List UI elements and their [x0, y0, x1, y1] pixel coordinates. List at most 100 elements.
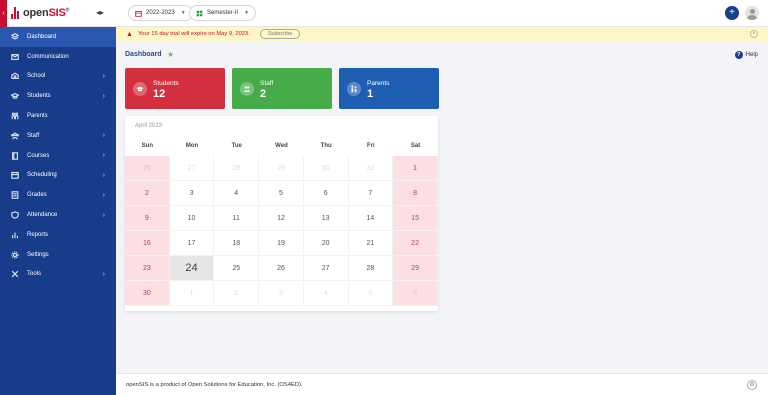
stat-card-parents[interactable]: Parents 1 [339, 68, 439, 109]
calendar-day[interactable]: 11 [214, 206, 260, 231]
calendar-day[interactable]: 3 [169, 181, 215, 206]
parents-icon [347, 82, 361, 96]
calendar-day[interactable]: 29 [259, 156, 304, 181]
sidebar-item-communication[interactable]: Communication [0, 47, 116, 67]
calendar-grid: 26 27 28 29 30 31 1 2 3 4 5 6 7 8 9 10 11 12 13 14 15 16 17 18 1… [125, 156, 438, 306]
calendar-day[interactable]: 18 [214, 231, 260, 256]
calendar-day[interactable]: 31 [348, 156, 394, 181]
calendar-day[interactable]: 15 [393, 206, 438, 231]
calendar-day[interactable]: 6 [393, 281, 438, 306]
message-icon [10, 52, 20, 61]
layers-icon [10, 32, 20, 41]
stat-card-students[interactable]: Students 12 [125, 68, 225, 109]
semester-value: Semester-II [207, 10, 239, 16]
sidebar-item-tools[interactable]: Tools › [0, 265, 116, 285]
calendar-day[interactable]: 21 [348, 231, 394, 256]
calendar-day[interactable]: 28 [214, 156, 260, 181]
stat-card-value: 1 [367, 88, 374, 100]
calendar-day[interactable]: 10 [169, 206, 215, 231]
calendar-day[interactable]: 5 [348, 281, 394, 306]
calendar-day[interactable]: 13 [303, 206, 349, 231]
grades-icon [10, 191, 20, 200]
sidebar-item-reports[interactable]: Reports [0, 225, 116, 245]
calendar-day[interactable]: 5 [259, 181, 304, 206]
calendar-day[interactable]: 3 [259, 281, 304, 306]
calendar-day[interactable]: 30 [303, 156, 349, 181]
semester-select[interactable]: Semester-II ▼ [189, 5, 256, 21]
calendar-day[interactable]: 23 [125, 256, 170, 281]
chevron-right-icon: › [102, 132, 105, 140]
stat-card-value: 2 [260, 88, 267, 100]
calendar-day[interactable]: 9 [125, 206, 170, 231]
chevron-right-icon: › [102, 270, 105, 278]
school-year-value: 2022-2023 [146, 10, 175, 16]
calendar-day[interactable]: 25 [214, 256, 260, 281]
sidebar-collapse-button[interactable]: ‹ [0, 0, 7, 27]
calendar-day[interactable]: 19 [259, 231, 304, 256]
chevron-down-icon: ▼ [244, 10, 249, 16]
calendar-day[interactable]: 14 [348, 206, 394, 231]
chevron-right-icon: › [102, 72, 105, 80]
sidebar-item-grades[interactable]: Grades › [0, 185, 116, 205]
sidebar-item-scheduling[interactable]: Scheduling › [0, 166, 116, 186]
help-label: Help [745, 52, 758, 58]
calendar-day[interactable]: 8 [393, 181, 438, 206]
calendar-week-row: 9 10 11 12 13 14 15 [125, 206, 438, 231]
weekday-tue: Tue [231, 143, 242, 149]
calendar-day[interactable]: 20 [303, 231, 349, 256]
sidebar-item-students[interactable]: Students › [0, 86, 116, 106]
opensis-logo[interactable]: openSIS® [11, 7, 69, 19]
calendar-day[interactable]: 2 [125, 181, 170, 206]
gear-icon [10, 250, 20, 259]
sidebar-item-attendance[interactable]: Attendance › [0, 205, 116, 225]
chevron-right-icon: › [102, 152, 105, 160]
stat-card-label: Staff [260, 80, 274, 87]
calendar-day[interactable]: 26 [259, 256, 304, 281]
calendar-day[interactable]: 16 [125, 231, 170, 256]
calendar-day[interactable]: 27 [169, 156, 215, 181]
sidebar-item-parents[interactable]: Parents [0, 106, 116, 126]
calendar-day[interactable]: 1 [393, 156, 438, 181]
calendar-day[interactable]: 6 [303, 181, 349, 206]
calendar-day[interactable]: 12 [259, 206, 304, 231]
avatar[interactable] [745, 6, 759, 20]
sidebar-item-settings[interactable]: Settings [0, 245, 116, 265]
staff-icon [10, 131, 20, 140]
sidebar-item-label: Tools [27, 271, 42, 278]
close-icon[interactable]: × [750, 30, 758, 38]
sidebar-item-label: Settings [27, 251, 49, 258]
sidebar-item-staff[interactable]: Staff › [0, 126, 116, 146]
calendar-day[interactable]: 22 [393, 231, 438, 256]
star-icon[interactable]: ★ [167, 50, 174, 59]
book-icon [10, 151, 20, 160]
gear-icon[interactable]: ⚙ [747, 380, 757, 390]
calendar-day-today[interactable]: 24 [169, 256, 215, 281]
calendar-day[interactable]: 4 [214, 181, 260, 206]
calendar-day[interactable]: 4 [303, 281, 349, 306]
calendar-day[interactable]: 29 [393, 256, 438, 281]
sidebar-item-label: School [27, 73, 46, 80]
top-bar: ◂▸ 2022-2023 ▼ Semester-II ▼ + [96, 0, 768, 27]
sidebar-item-school[interactable]: School › [0, 67, 116, 87]
calendar-day[interactable]: 7 [348, 181, 394, 206]
chevron-right-icon: › [102, 92, 105, 100]
calendar-day[interactable]: 2 [214, 281, 260, 306]
school-year-select[interactable]: 2022-2023 ▼ [128, 5, 193, 21]
swap-arrows-icon[interactable]: ◂▸ [96, 8, 104, 17]
calendar-day[interactable]: 17 [169, 231, 215, 256]
add-button[interactable]: + [725, 6, 739, 20]
sidebar: ‹ openSIS® Dashboard Communication School ›… [0, 0, 116, 395]
school-icon [10, 72, 20, 81]
calendar-day[interactable]: 30 [125, 281, 170, 306]
calendar-week-row: 2345678 [125, 181, 438, 206]
stat-card-staff[interactable]: Staff 2 [232, 68, 332, 109]
subscribe-button[interactable]: Subscribe [259, 29, 301, 39]
calendar-day[interactable]: 27 [303, 256, 349, 281]
sidebar-item-courses[interactable]: Courses › [0, 146, 116, 166]
calendar-day[interactable]: 1 [169, 281, 215, 306]
calendar-day[interactable]: 26 [125, 156, 170, 181]
sidebar-item-dashboard[interactable]: Dashboard [0, 27, 116, 47]
help-link[interactable]: ? Help [734, 51, 758, 59]
calendar-day[interactable]: 28 [348, 256, 394, 281]
calendar-title: April 2023 [135, 123, 163, 129]
